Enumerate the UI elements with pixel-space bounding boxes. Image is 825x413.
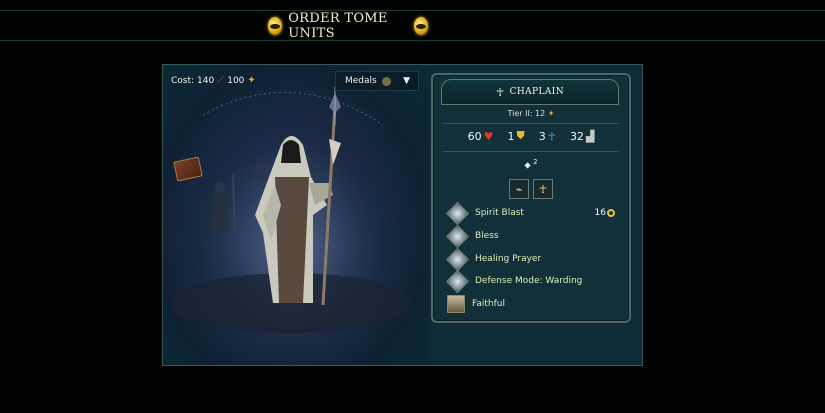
gold-cost-value: 100: [227, 75, 245, 86]
unit-name-banner: ☥ CHAPLAIN: [441, 79, 619, 105]
warding-icon: [445, 269, 470, 293]
ability-name: Faithful: [472, 299, 505, 309]
heart-icon: ♥: [483, 129, 494, 143]
medals-dropdown[interactable]: Medals ▼: [335, 71, 419, 91]
ability-item[interactable]: Healing Prayer: [445, 247, 542, 271]
page-header: ORDER TOME UNITS: [268, 11, 429, 41]
hp-value: 60: [467, 129, 482, 143]
ability-cost-value: 16: [594, 208, 606, 218]
spirit-blast-icon: [445, 201, 470, 225]
upkeep: ◆ 2: [433, 158, 629, 170]
unit-stats-card: ☥ CHAPLAIN Tier II: 12 ✦ 60 ♥ 1 ⛊ 3 ☥ 32…: [431, 73, 631, 323]
hp-stat: 60 ♥: [468, 129, 494, 143]
medal-icon: [381, 76, 391, 86]
bless-icon: [445, 224, 470, 248]
unit-name: CHAPLAIN: [509, 87, 564, 97]
healing-prayer-icon: [445, 247, 470, 271]
ability-name: Spirit Blast: [475, 208, 524, 218]
page-title: ORDER TOME UNITS: [288, 11, 388, 41]
unit-stats: 60 ♥ 1 ⛊ 3 ☥ 32 ▟: [433, 129, 629, 143]
cost-label: Cost:: [171, 75, 195, 86]
mana-icon: ⟋: [217, 75, 225, 86]
tier-gold-icon: ✦: [547, 109, 555, 118]
unit-panel: Cost: 140 ⟋ 100 ✦ Medals ▼ ☥ CHAPLAIN Ti…: [162, 64, 643, 366]
ability-item[interactable]: Faithful: [447, 294, 505, 314]
ability-item[interactable]: Defense Mode: Warding: [445, 269, 583, 293]
resistance-stat: 3 ☥: [539, 129, 556, 143]
ability-name: Healing Prayer: [475, 254, 542, 264]
header-border: [0, 40, 825, 41]
defense-value: 1: [507, 129, 515, 143]
ankh-icon: ☥: [495, 85, 505, 99]
mana-cost-value: 140: [197, 75, 215, 86]
divider: [443, 151, 619, 152]
movement-stat: 32 ▟: [570, 129, 594, 143]
resistance-icon: ☥: [547, 129, 556, 143]
ability-name: Defense Mode: Warding: [475, 276, 583, 286]
medals-label: Medals: [345, 76, 377, 86]
movement-value: 32: [569, 129, 584, 143]
defense-stat: 1 ⛊: [507, 129, 524, 143]
faithful-icon: [447, 295, 465, 313]
ability-item[interactable]: Spirit Blast: [445, 201, 524, 225]
ability-item[interactable]: Bless: [445, 224, 499, 248]
unit-portrait-scene: Cost: 140 ⟋ 100 ✦ Medals ▼: [163, 65, 429, 365]
unit-cost: Cost: 140 ⟋ 100 ✦: [171, 75, 256, 86]
upkeep-icon: ◆: [524, 160, 531, 170]
unit-tier: Tier II: 12 ✦: [433, 109, 629, 118]
divider: [443, 123, 619, 124]
ability-cost-icon: [607, 209, 615, 217]
gold-medallion-icon: [413, 17, 429, 35]
ability-cost: 16: [595, 208, 615, 218]
top-border: [0, 10, 825, 11]
gold-icon: ✦: [247, 75, 256, 86]
upkeep-value: 2: [533, 158, 538, 166]
tier-text: Tier II: 12: [507, 109, 546, 118]
ankh-trait-icon[interactable]: ☥: [533, 179, 553, 199]
shield-icon: ⛊: [516, 129, 525, 142]
gold-medallion-icon: [268, 17, 283, 35]
chevron-down-icon: ▼: [403, 76, 410, 86]
ability-name: Bless: [475, 231, 499, 241]
unit-traits: ⌁ ☥: [433, 179, 629, 199]
resistance-value: 3: [538, 129, 546, 143]
boot-icon: ▟: [585, 129, 595, 143]
mounted-trait-icon[interactable]: ⌁: [509, 179, 529, 199]
chaplain-artwork: [171, 87, 413, 365]
